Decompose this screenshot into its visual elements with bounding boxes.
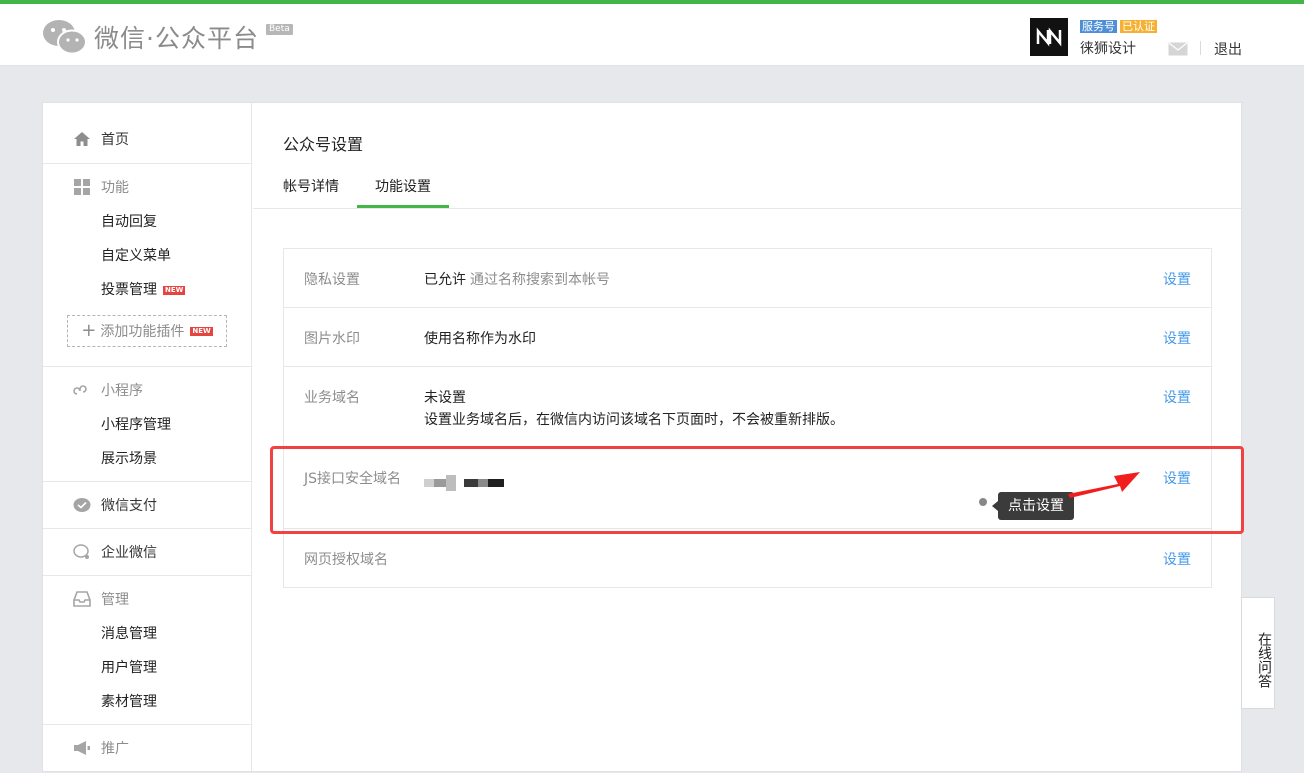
service-account-badge: 服务号 — [1080, 20, 1117, 33]
plus-icon: + — [81, 320, 97, 341]
row-label: 业务域名 — [304, 390, 360, 406]
row-value: 使用名称作为水印 — [424, 331, 536, 347]
platform-title: 微信·公众平台 — [94, 24, 259, 53]
tooltip-anchor-dot — [979, 498, 987, 506]
add-plugin-button[interactable]: + 添加功能插件 NEW — [67, 315, 227, 347]
new-badge: NEW — [190, 326, 213, 336]
page-title: 公众号设置 — [283, 135, 364, 154]
row-value: 已允许 通过名称搜索到本帐号 — [424, 272, 610, 288]
nav-group-feature: 功能 自动回复 自定义菜单 投票管理 NEW + 添加功能插件 NEW — [43, 163, 251, 367]
new-badge: NEW — [163, 285, 186, 295]
row-label: 图片水印 — [304, 331, 360, 347]
row-label: 网页授权域名 — [304, 552, 388, 568]
settings-row-business-domain: 业务域名 未设置 设置业务域名后，在微信内访问该域名下页面时，不会被重新排版。 设… — [284, 367, 1211, 448]
sidebar-item-home[interactable]: 首页 — [73, 129, 129, 149]
home-icon — [73, 130, 91, 148]
sidebar-item-auto-reply[interactable]: 自动回复 — [101, 211, 157, 231]
top-bar: 微信·公众平台 Beta 服务号 已认证 徕狮设计 退出 — [0, 0, 1304, 66]
avatar[interactable] — [1030, 18, 1068, 56]
tab-account-details[interactable]: 帐号详情 — [283, 176, 339, 208]
tab-bar: 帐号详情 功能设置 — [253, 169, 1241, 209]
sidebar-item-work-wechat[interactable]: 企业微信 — [73, 542, 157, 562]
sidebar-item-materials[interactable]: 素材管理 — [101, 691, 157, 711]
account-area: 服务号 已认证 徕狮设计 退出 — [1030, 18, 1250, 58]
tab-feature-settings[interactable]: 功能设置 — [357, 176, 449, 208]
work-wechat-icon — [73, 543, 91, 561]
sidebar-section-feature: 功能 — [73, 177, 129, 197]
inbox-icon — [73, 590, 91, 608]
nav-group-work: 企业微信 — [43, 528, 251, 576]
megaphone-icon — [73, 739, 91, 757]
nav-group-miniprogram: 小程序 小程序管理 展示场景 — [43, 366, 251, 482]
divider — [1200, 41, 1201, 55]
watermark-settings-link[interactable]: 设置 — [1163, 328, 1191, 350]
logout-link[interactable]: 退出 — [1214, 39, 1242, 59]
row-label: 隐私设置 — [304, 272, 360, 288]
sidebar-section-promote: 推广 — [73, 738, 129, 758]
sidebar-section-miniprogram: 小程序 — [73, 380, 143, 400]
verified-badge: 已认证 — [1120, 20, 1157, 33]
nav-group-home: 首页 — [43, 103, 251, 164]
main-panel: 公众号设置 帐号详情 功能设置 隐私设置 已允许 通过名称搜索到本帐号 设置 图片… — [253, 103, 1241, 771]
wechat-icon — [43, 20, 87, 55]
brand-logo-icon — [1036, 27, 1062, 47]
account-name[interactable]: 徕狮设计 — [1080, 38, 1136, 58]
sidebar-item-vote[interactable]: 投票管理 NEW — [101, 279, 186, 299]
wechat-pay-icon — [73, 496, 91, 514]
click-to-set-tooltip: 点击设置 — [992, 492, 1074, 520]
settings-row-oauth-domain: 网页授权域名 设置 — [284, 529, 1211, 587]
nav-group-promote: 推广 — [43, 724, 251, 773]
oauth-domain-settings-link[interactable]: 设置 — [1163, 549, 1191, 571]
content-container: 首页 功能 自动回复 自定义菜单 投票管理 NEW + 添加功能插件 NEW 小… — [42, 102, 1242, 772]
red-arrow-icon — [1068, 472, 1140, 498]
sidebar-item-miniprogram-manage[interactable]: 小程序管理 — [101, 414, 171, 434]
row-value: 未设置 设置业务域名后，在微信内访问该域名下页面时，不会被重新排版。 — [424, 390, 844, 428]
beta-badge: Beta — [266, 24, 293, 35]
sidebar-item-users[interactable]: 用户管理 — [101, 657, 157, 677]
nav-group-manage: 管理 消息管理 用户管理 素材管理 — [43, 575, 251, 725]
online-help-button[interactable]: 在线问答 — [1241, 597, 1275, 709]
privacy-settings-link[interactable]: 设置 — [1163, 269, 1191, 291]
grid-icon — [73, 178, 91, 196]
sidebar: 首页 功能 自动回复 自定义菜单 投票管理 NEW + 添加功能插件 NEW 小… — [43, 103, 252, 771]
sidebar-item-custom-menu[interactable]: 自定义菜单 — [101, 245, 171, 265]
wechat-logo[interactable]: 微信·公众平台 — [42, 18, 259, 56]
nav-group-pay: 微信支付 — [43, 481, 251, 529]
settings-table: 隐私设置 已允许 通过名称搜索到本帐号 设置 图片水印 使用名称作为水印 设置 业… — [283, 248, 1212, 588]
sidebar-item-pay[interactable]: 微信支付 — [73, 495, 157, 515]
mail-icon[interactable] — [1168, 42, 1188, 60]
miniprogram-icon — [73, 381, 91, 399]
settings-row-privacy: 隐私设置 已允许 通过名称搜索到本帐号 设置 — [284, 249, 1211, 308]
sidebar-item-messages[interactable]: 消息管理 — [101, 623, 157, 643]
business-domain-settings-link[interactable]: 设置 — [1163, 387, 1191, 409]
settings-row-watermark: 图片水印 使用名称作为水印 设置 — [284, 308, 1211, 367]
sidebar-item-scenes[interactable]: 展示场景 — [101, 448, 157, 468]
sidebar-section-manage: 管理 — [73, 589, 129, 609]
